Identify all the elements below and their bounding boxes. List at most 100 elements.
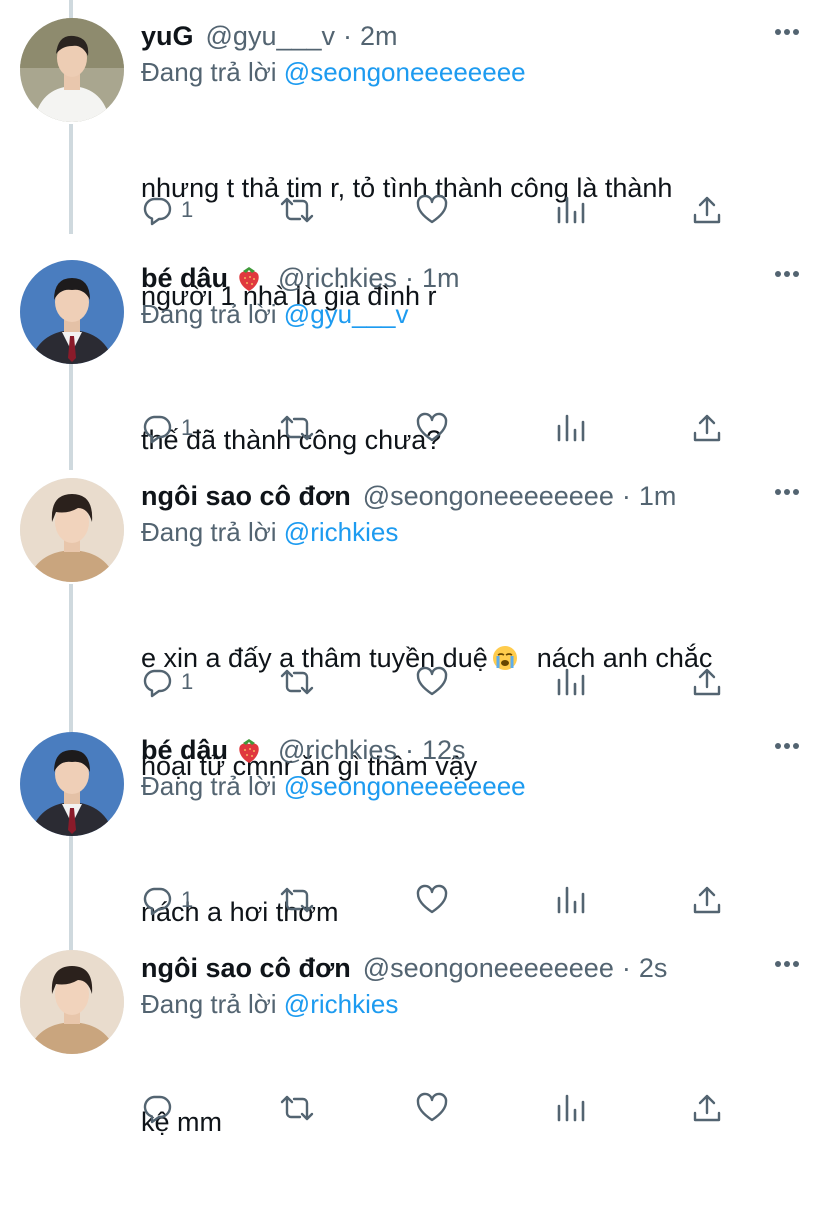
heart-icon bbox=[416, 412, 448, 442]
user-handle[interactable]: @seongoneeeeeeee bbox=[363, 948, 614, 988]
heart-icon bbox=[416, 1092, 448, 1122]
retweet-icon bbox=[280, 669, 314, 695]
mention-link[interactable]: @richkies bbox=[284, 989, 399, 1019]
analytics-button[interactable] bbox=[555, 190, 587, 230]
retweet-icon bbox=[280, 887, 314, 913]
reply-icon bbox=[143, 415, 172, 444]
reply-icon bbox=[143, 669, 172, 698]
more-options-icon[interactable] bbox=[774, 742, 800, 750]
analytics-button[interactable] bbox=[555, 1088, 587, 1128]
reply-count: 1 bbox=[181, 887, 194, 912]
reply-button[interactable]: 1 bbox=[141, 662, 193, 702]
mention-link[interactable]: @richkies bbox=[284, 517, 399, 547]
tweet[interactable]: bé dâu @richkies · 1m Đang trả lời @gyu_… bbox=[0, 242, 828, 468]
retweet-button[interactable] bbox=[279, 190, 315, 230]
strawberry-icon bbox=[239, 739, 259, 763]
mention-link[interactable]: @seongoneeeeeeee bbox=[284, 57, 526, 87]
share-icon bbox=[693, 886, 721, 914]
separator-dot: · bbox=[621, 481, 631, 511]
reply-button[interactable]: 1 bbox=[141, 408, 193, 448]
action-bar: 1 bbox=[141, 190, 781, 230]
like-button[interactable] bbox=[416, 662, 448, 702]
replying-to-label: Đang trả lời bbox=[141, 771, 277, 801]
tweet[interactable]: bé dâu @richkies · 12s Đang trả lời @seo… bbox=[0, 714, 828, 940]
replying-to-label: Đang trả lời bbox=[141, 517, 277, 547]
heart-icon bbox=[416, 666, 448, 696]
share-icon bbox=[693, 196, 721, 224]
separator-dot: · bbox=[621, 953, 631, 983]
retweet-button[interactable] bbox=[279, 880, 315, 920]
reply-button[interactable]: 1 bbox=[141, 880, 193, 920]
more-options-icon[interactable] bbox=[774, 270, 800, 278]
retweet-button[interactable] bbox=[279, 408, 315, 448]
replying-to-label: Đang trả lời bbox=[141, 57, 277, 87]
analytics-button[interactable] bbox=[555, 662, 587, 702]
retweet-button[interactable] bbox=[279, 1088, 315, 1128]
retweet-icon bbox=[280, 415, 314, 441]
analytics-icon bbox=[557, 668, 585, 696]
display-name[interactable]: yuG bbox=[141, 16, 194, 56]
share-icon bbox=[693, 414, 721, 442]
mention-link[interactable]: @gyu___v bbox=[284, 299, 409, 329]
mention-link[interactable]: @seongoneeeeeeee bbox=[284, 771, 526, 801]
more-options-icon[interactable] bbox=[774, 488, 800, 496]
user-handle[interactable]: @richkies bbox=[278, 730, 397, 770]
display-name[interactable]: bé dâu bbox=[141, 730, 228, 770]
reply-icon bbox=[143, 887, 172, 916]
replying-to: Đang trả lời @richkies bbox=[141, 512, 398, 552]
user-handle[interactable]: @gyu___v bbox=[206, 16, 336, 56]
display-name[interactable]: ngôi sao cô đơn bbox=[141, 948, 351, 988]
analytics-button[interactable] bbox=[555, 408, 587, 448]
timestamp[interactable]: 1m bbox=[639, 476, 677, 516]
analytics-button[interactable] bbox=[555, 880, 587, 920]
replying-to: Đang trả lời @seongoneeeeeeee bbox=[141, 52, 526, 92]
avatar[interactable] bbox=[20, 260, 124, 364]
action-bar: 1 bbox=[141, 408, 781, 448]
reply-button[interactable]: 1 bbox=[141, 190, 193, 230]
replying-to: Đang trả lời @gyu___v bbox=[141, 294, 409, 334]
like-button[interactable] bbox=[416, 880, 448, 920]
reply-count: 1 bbox=[181, 197, 194, 222]
share-button[interactable] bbox=[691, 408, 723, 448]
avatar[interactable] bbox=[20, 478, 124, 582]
action-bar bbox=[141, 1088, 781, 1128]
action-bar: 1 bbox=[141, 662, 781, 702]
timestamp[interactable]: 12s bbox=[422, 730, 466, 770]
timestamp[interactable]: 2m bbox=[360, 16, 398, 56]
analytics-icon bbox=[557, 1094, 585, 1122]
user-avatar-icon bbox=[20, 732, 124, 836]
replying-to-label: Đang trả lời bbox=[141, 989, 277, 1019]
separator-dot: · bbox=[343, 21, 353, 51]
more-options-icon[interactable] bbox=[774, 960, 800, 968]
display-name[interactable]: bé dâu bbox=[141, 258, 228, 298]
user-handle[interactable]: @richkies bbox=[278, 258, 397, 298]
timestamp[interactable]: 1m bbox=[422, 258, 460, 298]
reply-count: 1 bbox=[181, 669, 194, 694]
strawberry-icon bbox=[239, 267, 259, 291]
tweet[interactable]: ngôi sao cô đơn @seongoneeeeeeee · 2s Đa… bbox=[0, 932, 828, 1137]
retweet-icon bbox=[280, 197, 314, 223]
like-button[interactable] bbox=[416, 1088, 448, 1128]
avatar[interactable] bbox=[20, 732, 124, 836]
timestamp[interactable]: 2s bbox=[639, 948, 668, 988]
display-name[interactable]: ngôi sao cô đơn bbox=[141, 476, 351, 516]
share-button[interactable] bbox=[691, 662, 723, 702]
share-button[interactable] bbox=[691, 1088, 723, 1128]
more-options-icon[interactable] bbox=[774, 28, 800, 36]
share-button[interactable] bbox=[691, 880, 723, 920]
reply-icon bbox=[143, 197, 172, 226]
tweet[interactable]: ngôi sao cô đơn @seongoneeeeeeee · 1m Đa… bbox=[0, 460, 828, 781]
avatar[interactable] bbox=[20, 950, 124, 1054]
retweet-button[interactable] bbox=[279, 662, 315, 702]
share-icon bbox=[693, 1094, 721, 1122]
like-button[interactable] bbox=[416, 190, 448, 230]
replying-to: Đang trả lời @seongoneeeeeeee bbox=[141, 766, 526, 806]
avatar[interactable] bbox=[20, 18, 124, 122]
tweet[interactable]: yuG @gyu___v · 2m Đang trả lời @seongone… bbox=[0, 0, 828, 311]
action-bar: 1 bbox=[141, 880, 781, 920]
user-handle[interactable]: @seongoneeeeeeee bbox=[363, 476, 614, 516]
reply-button[interactable] bbox=[141, 1088, 181, 1128]
share-button[interactable] bbox=[691, 190, 723, 230]
like-button[interactable] bbox=[416, 408, 448, 448]
retweet-icon bbox=[280, 1095, 314, 1121]
